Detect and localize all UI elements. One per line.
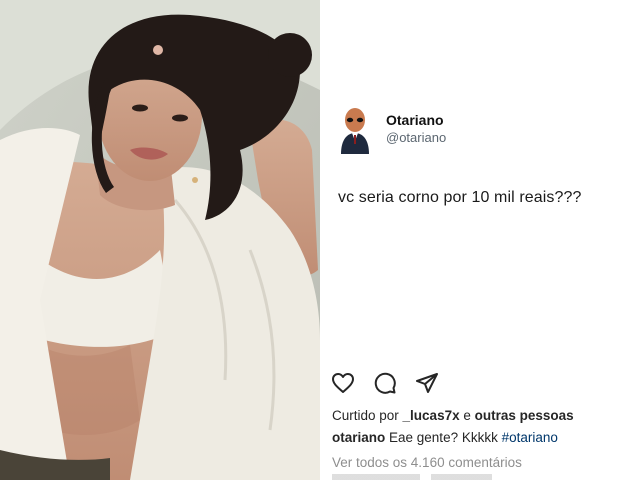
share-icon xyxy=(416,373,438,393)
caption-user[interactable]: otariano xyxy=(332,430,385,445)
avatar[interactable] xyxy=(338,108,372,154)
caption: otariano Eae gente? Kkkkk #otariano xyxy=(332,430,558,445)
tweet-text: vc seria corno por 10 mil reais??? xyxy=(338,189,582,206)
author-handle[interactable]: @otariano xyxy=(386,130,446,145)
comment-button[interactable] xyxy=(372,370,398,396)
heart-icon xyxy=(332,373,354,393)
action-bar xyxy=(330,368,440,398)
cut-off-comment-line xyxy=(332,474,492,480)
view-all-comments-link[interactable]: Ver todos os 4.160 comentários xyxy=(332,455,522,470)
liked-by-middle: e xyxy=(459,408,475,423)
liked-by-user[interactable]: _lucas7x xyxy=(403,408,460,423)
liked-by-prefix: Curtido por xyxy=(332,408,403,423)
liked-by-line: Curtido por _lucas7x e outras pessoas xyxy=(332,408,574,423)
liked-by-others[interactable]: outras pessoas xyxy=(475,408,574,423)
caption-text: Eae gente? Kkkkk xyxy=(385,430,502,445)
like-button[interactable] xyxy=(330,370,356,396)
photo-illustration xyxy=(0,0,320,480)
post-photo xyxy=(0,0,320,480)
alien-in-suit-icon xyxy=(341,108,369,154)
author-name[interactable]: Otariano xyxy=(386,112,446,128)
comment-icon xyxy=(374,372,396,394)
caption-hashtag[interactable]: #otariano xyxy=(502,430,558,445)
share-button[interactable] xyxy=(414,370,440,396)
author-block: Otariano @otariano xyxy=(386,112,446,145)
tweet-card: Otariano @otariano vc seria corno por 10… xyxy=(320,0,640,362)
